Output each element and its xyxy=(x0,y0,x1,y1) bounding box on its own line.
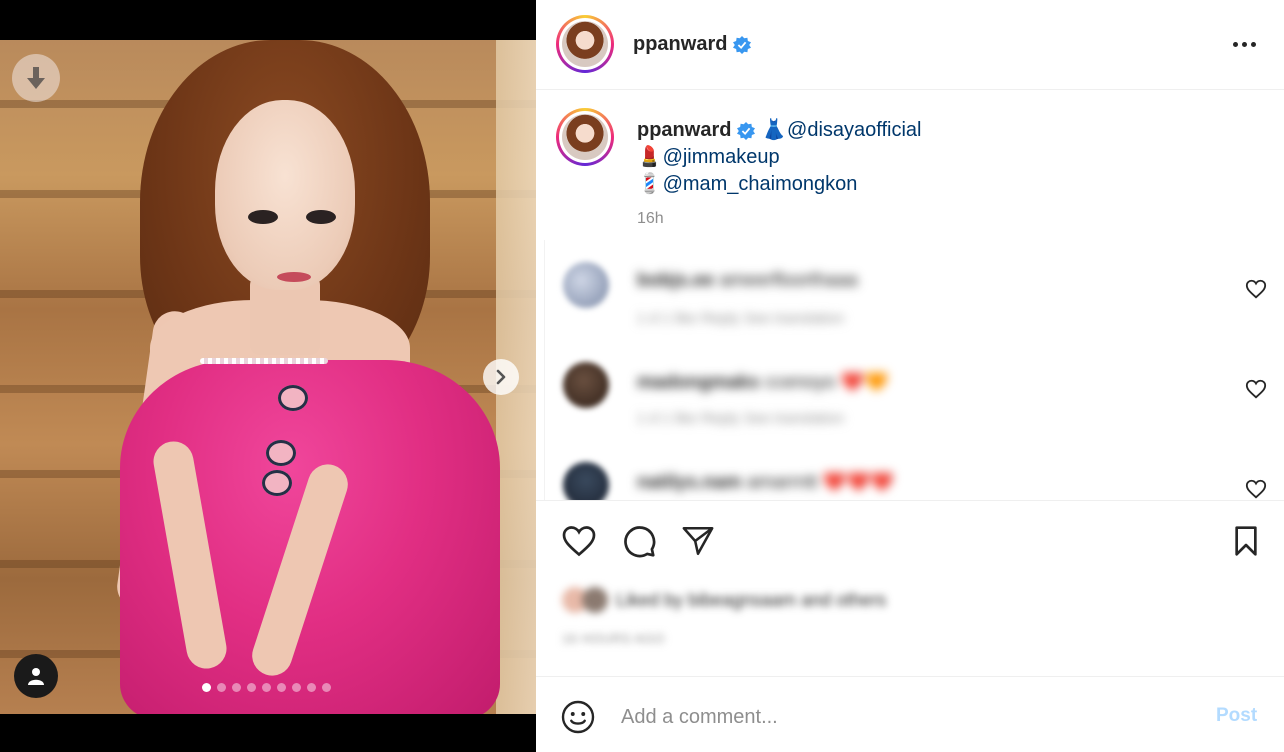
comment-text: natilys.nam amarrntt ❤️❤️❤️ xyxy=(637,472,894,493)
post-actions: Liked by bibeagnsaam and others 16 HOURS… xyxy=(536,500,1284,676)
share-button[interactable] xyxy=(678,521,718,561)
post-comment-button[interactable]: Post xyxy=(1216,705,1257,727)
comment-button[interactable] xyxy=(619,521,659,561)
smiley-icon[interactable] xyxy=(560,699,596,735)
slide-dot xyxy=(202,683,211,692)
commenter-avatar[interactable] xyxy=(563,362,609,408)
caption-avatar[interactable] xyxy=(556,108,614,166)
arrow-down-icon xyxy=(27,67,45,89)
dress-emoji: 👗 xyxy=(761,119,787,141)
slide-dot xyxy=(277,683,286,692)
heart-icon[interactable] xyxy=(1245,478,1267,500)
slide-dot xyxy=(307,683,316,692)
liked-by-text[interactable]: Liked by bibeagnsaam and others xyxy=(616,590,886,611)
like-button[interactable] xyxy=(559,521,599,561)
heart-icon[interactable] xyxy=(1245,278,1267,300)
avatar[interactable] xyxy=(556,15,614,73)
comment-item: bobjs.ee ameerfloorthaaa 1 d 1 like Repl… xyxy=(545,240,1284,330)
save-button[interactable] xyxy=(1226,521,1266,561)
post-header: ppanward xyxy=(536,0,1284,90)
caption-timestamp[interactable]: 16h xyxy=(637,210,664,228)
liked-by-summary[interactable]: Liked by bibeagnsaam and others xyxy=(562,585,886,615)
slide-dot xyxy=(292,683,301,692)
caption-username[interactable]: ppanward xyxy=(637,119,731,141)
avatar xyxy=(582,587,608,613)
slide-dot xyxy=(217,683,226,692)
slide-dot xyxy=(262,683,271,692)
comment-item: natilys.nam amarrntt ❤️❤️❤️ xyxy=(545,440,1284,500)
bookmark-icon xyxy=(1235,526,1257,556)
paper-plane-icon xyxy=(682,526,714,556)
more-options-button[interactable] xyxy=(1230,30,1258,58)
next-slide-button[interactable] xyxy=(483,359,519,395)
author-username[interactable]: ppanward xyxy=(633,33,752,56)
commenter-avatar[interactable] xyxy=(563,462,609,500)
slide-indicator xyxy=(202,683,331,692)
verified-badge-icon xyxy=(737,121,756,140)
barber-pole-emoji: 💈 xyxy=(637,173,662,195)
post-details-panel: ppanward ppanward 👗 @disayaofficial 💄 @j… xyxy=(536,0,1284,752)
verified-badge-icon xyxy=(733,35,752,54)
post-date[interactable]: 16 HOURS AGO xyxy=(562,631,665,646)
lipstick-emoji: 💄 xyxy=(637,146,662,168)
speech-bubble-icon xyxy=(624,526,656,558)
mention-link[interactable]: @disayaofficial xyxy=(787,119,921,141)
post-caption: ppanward 👗 @disayaofficial 💄 @jimmakeup … xyxy=(637,117,921,198)
comments-list: bobjs.ee ameerfloorthaaa 1 d 1 like Repl… xyxy=(544,240,1284,500)
user-icon xyxy=(28,668,44,685)
heart-icon xyxy=(562,526,596,557)
slide-dot xyxy=(247,683,256,692)
tagged-users-button[interactable] xyxy=(14,654,58,698)
comment-text: bobjs.ee ameerfloorthaaa xyxy=(637,270,858,291)
heart-icon[interactable] xyxy=(1245,378,1267,400)
slide-dot xyxy=(322,683,331,692)
post-photo[interactable] xyxy=(0,40,536,714)
commenter-avatar[interactable] xyxy=(563,262,609,308)
mention-link[interactable]: @jimmakeup xyxy=(663,146,780,168)
download-button[interactable] xyxy=(12,54,60,102)
mention-link[interactable]: @mam_chaimongkon xyxy=(663,173,858,195)
instagram-post-modal: ppanward ppanward 👗 @disayaofficial 💄 @j… xyxy=(0,0,1284,752)
username-text[interactable]: ppanward xyxy=(633,33,727,55)
comment-meta[interactable]: 1 d 1 like Reply See translation xyxy=(637,310,844,327)
add-comment-bar: Post xyxy=(536,676,1284,752)
comment-item: madongmaks ccenoyo ❤️🧡 1 d 1 like Reply … xyxy=(545,340,1284,430)
media-pane xyxy=(0,0,536,752)
chevron-right-icon xyxy=(496,369,506,385)
more-icon xyxy=(1232,41,1238,47)
comment-text: madongmaks ccenoyo ❤️🧡 xyxy=(637,372,889,393)
slide-dot xyxy=(232,683,241,692)
comment-input[interactable] xyxy=(621,701,1181,733)
comment-meta[interactable]: 1 d 1 like Reply See translation xyxy=(637,410,844,427)
